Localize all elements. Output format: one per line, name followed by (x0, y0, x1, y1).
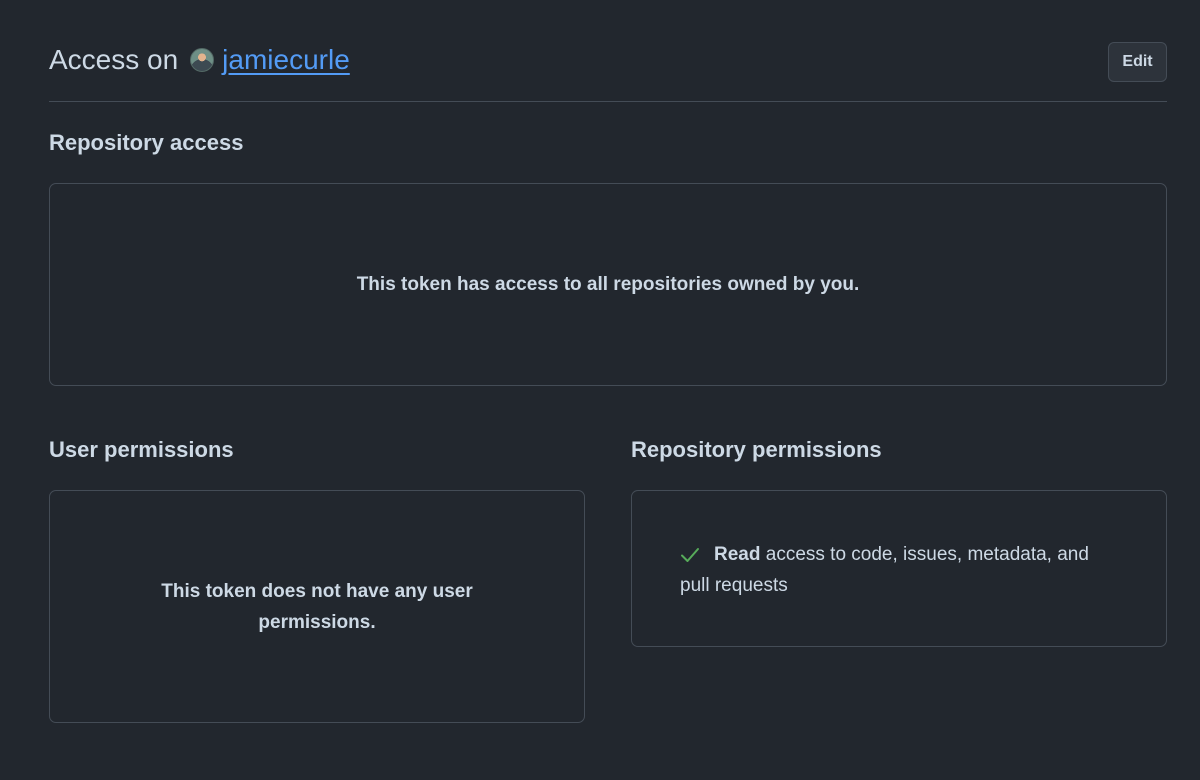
permission-level: Read (714, 544, 761, 565)
check-icon (680, 547, 706, 563)
permission-item: Read access to code, issues, metadata, a… (680, 539, 1120, 601)
username-link[interactable]: jamiecurle (222, 41, 350, 79)
user-permissions-box: This token does not have any user permis… (49, 490, 585, 723)
token-access-page: Access on jamiecurle Edit Repository acc… (49, 0, 1167, 723)
edit-button[interactable]: Edit (1108, 42, 1167, 82)
page-title: Access on jamiecurle (49, 41, 350, 79)
user-permissions-message: This token does not have any user permis… (161, 580, 473, 633)
repository-access-box: This token has access to all repositorie… (49, 183, 1167, 386)
access-header: Access on jamiecurle Edit (49, 0, 1167, 102)
repository-permissions-title: Repository permissions (631, 437, 882, 462)
user-permissions-title: User permissions (49, 437, 234, 462)
access-prefix: Access on (49, 44, 179, 75)
avatar (190, 48, 215, 72)
repository-access-message: This token has access to all repositorie… (356, 274, 860, 295)
repository-access-title: Repository access (49, 130, 244, 155)
repository-permissions-box: Read access to code, issues, metadata, a… (631, 490, 1167, 647)
